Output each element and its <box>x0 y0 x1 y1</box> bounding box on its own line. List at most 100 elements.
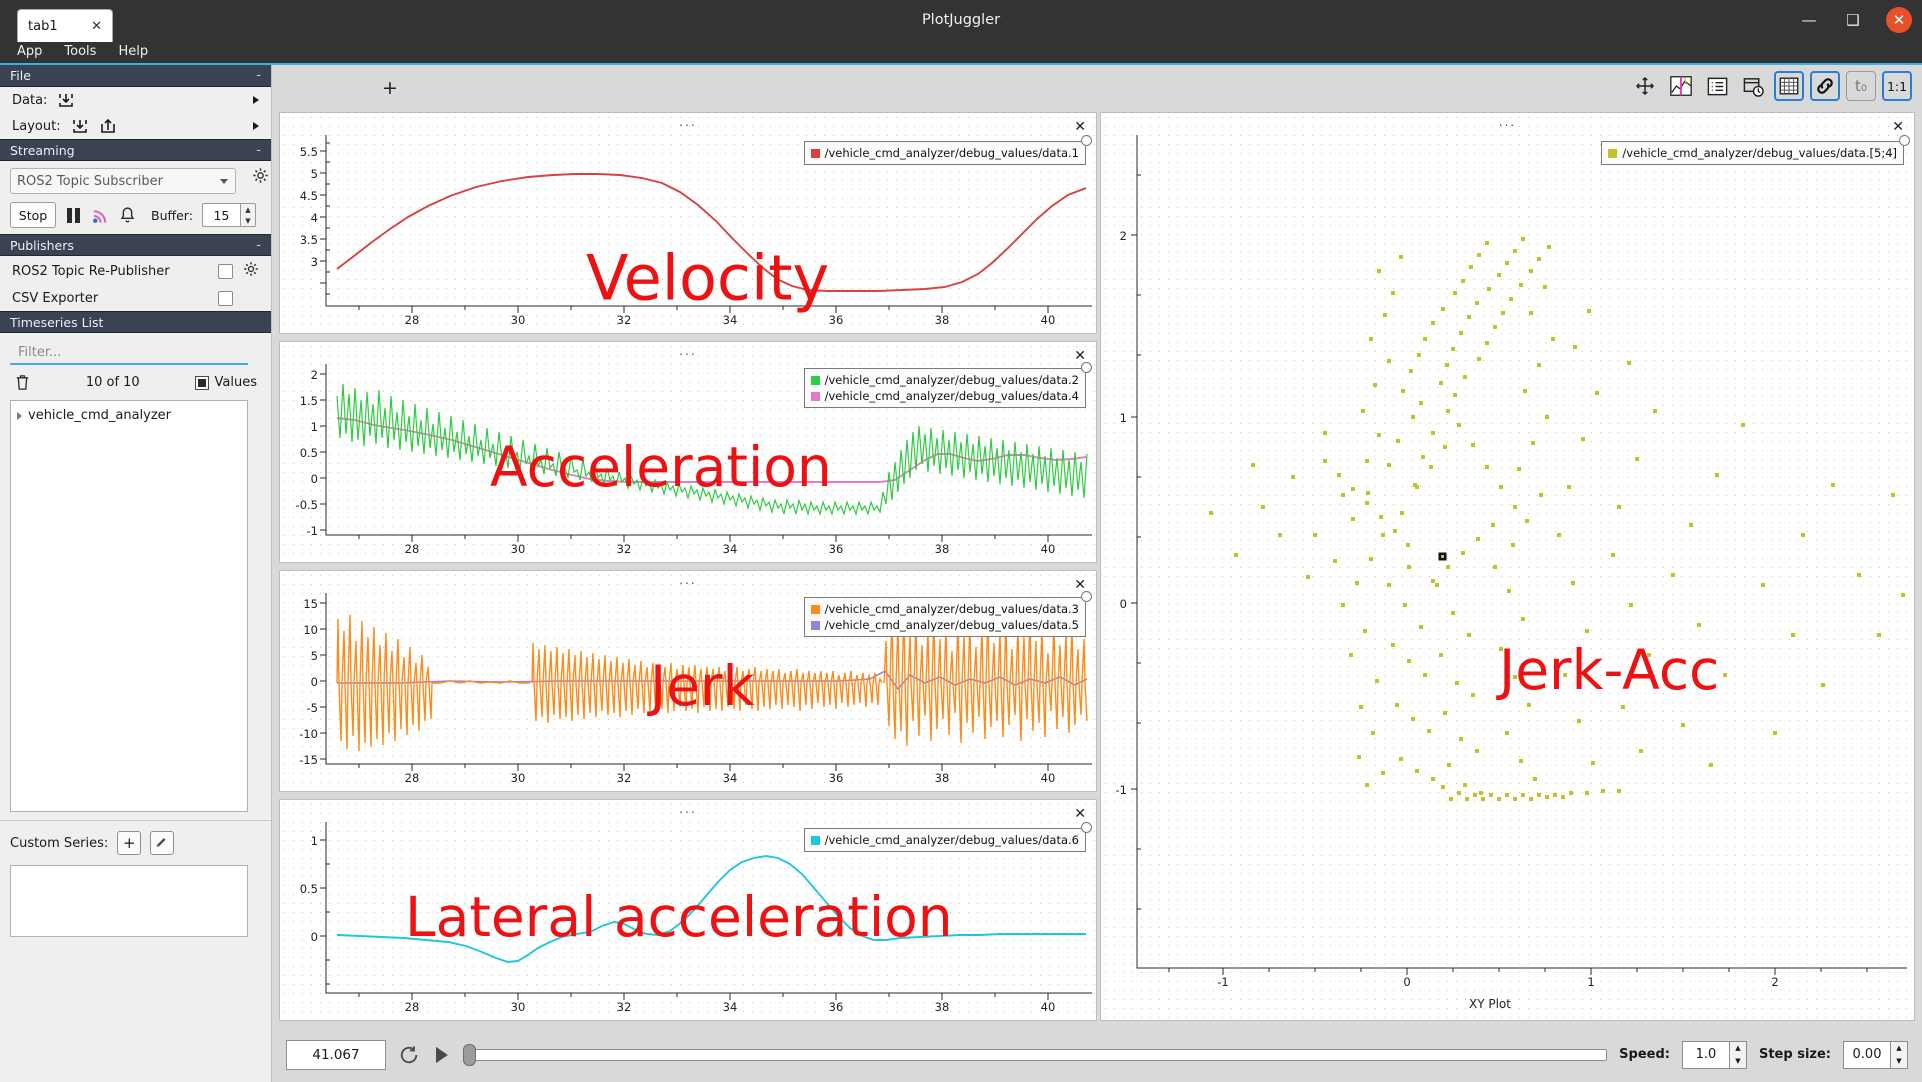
legend-row[interactable]: /vehicle_cmd_analyzer/debug_values/data.… <box>811 388 1079 404</box>
legend-row[interactable]: /vehicle_cmd_analyzer/debug_values/data.… <box>811 617 1079 633</box>
current-time-field[interactable]: 41.067 <box>286 1040 386 1070</box>
import-data-icon[interactable] <box>57 91 75 109</box>
time-calendar-icon[interactable] <box>1738 71 1768 101</box>
legend-velocity[interactable]: /vehicle_cmd_analyzer/debug_values/data.… <box>804 141 1086 165</box>
streaming-source-select[interactable]: ROS2 Topic Subscriber <box>10 168 236 194</box>
step-down-icon[interactable]: ▼ <box>1891 1055 1907 1068</box>
legend-lateral[interactable]: /vehicle_cmd_analyzer/debug_values/data.… <box>804 828 1086 852</box>
plot-resize-handle-lateral[interactable] <box>1081 822 1092 833</box>
section-header-streaming[interactable]: Streaming - <box>0 139 271 161</box>
minimize-icon[interactable]: — <box>1798 9 1820 31</box>
maximize-icon[interactable]: ❑ <box>1842 9 1864 31</box>
tree-item-vehicle-cmd-analyzer[interactable]: vehicle_cmd_analyzer <box>17 406 241 425</box>
plot-lateral-acceleration[interactable]: ... ✕ 1 0.5 0 28 30 32 <box>279 799 1097 1021</box>
legend-row[interactable]: /vehicle_cmd_analyzer/debug_values/data.… <box>811 601 1079 617</box>
legend-row[interactable]: /vehicle_cmd_analyzer/debug_values/data.… <box>1608 145 1897 161</box>
stream-signal-icon[interactable] <box>91 206 110 225</box>
plus-icon[interactable]: + <box>117 831 141 855</box>
legend-list-icon[interactable] <box>1702 71 1732 101</box>
grid-icon[interactable] <box>1774 71 1804 101</box>
section-header-file[interactable]: File - <box>0 65 271 87</box>
legend-acceleration[interactable]: /vehicle_cmd_analyzer/debug_values/data.… <box>804 368 1086 408</box>
section-header-publishers[interactable]: Publishers - <box>0 234 271 256</box>
speed-field[interactable]: 1.0 <box>1682 1041 1730 1069</box>
legend-row[interactable]: /vehicle_cmd_analyzer/debug_values/data.… <box>811 832 1079 848</box>
plot-resize-handle-acceleration[interactable] <box>1081 362 1092 373</box>
speed-label: Speed: <box>1619 1047 1670 1062</box>
gear-icon-publisher-ros2[interactable] <box>243 261 259 281</box>
add-tab-button[interactable]: + <box>382 77 398 99</box>
buffer-down-icon[interactable]: ▼ <box>241 215 255 226</box>
trash-icon[interactable] <box>14 373 31 392</box>
plot-canvas-xy <box>1101 113 1916 1022</box>
legend-xy[interactable]: /vehicle_cmd_analyzer/debug_values/data.… <box>1601 141 1904 165</box>
save-layout-icon[interactable] <box>99 117 117 135</box>
step-size-field[interactable]: 0.00 <box>1843 1041 1891 1069</box>
data-menu-arrow[interactable] <box>253 96 259 104</box>
menu-item-tools[interactable]: Tools <box>53 41 107 62</box>
buffer-stepper[interactable]: 15 ▲ ▼ <box>202 203 256 227</box>
left-panel: File - Data: Layout: Streaming - <box>0 65 272 1082</box>
menu-item-help[interactable]: Help <box>107 41 159 62</box>
time-zero-icon[interactable]: t₀ <box>1846 71 1876 101</box>
ratio-label: 1:1 <box>1887 79 1907 94</box>
tab-close-icon[interactable]: ✕ <box>91 19 102 34</box>
collapse-icon-publishers[interactable]: - <box>256 238 261 253</box>
step-size-stepper[interactable]: ▲ ▼ <box>1891 1041 1908 1069</box>
chevron-right-icon[interactable] <box>17 412 22 420</box>
custom-series-list[interactable] <box>10 865 248 937</box>
plot-acceleration[interactable]: ... ✕ 2 1.5 1 0.5 0 -0.5 -1 <box>279 341 1097 563</box>
timeseries-tree[interactable]: vehicle_cmd_analyzer <box>10 400 248 812</box>
values-toggle[interactable]: Values <box>195 375 257 390</box>
link-axes-icon[interactable] <box>1810 71 1840 101</box>
menu-item-app[interactable]: App <box>6 41 53 62</box>
title-bar: PlotJuggler — ❑ ✕ <box>0 0 1922 39</box>
section-header-timeseries[interactable]: Timeseries List <box>0 311 271 333</box>
plot-xy[interactable]: ... ✕ <box>1100 112 1915 1021</box>
speed-stepper[interactable]: ▲ ▼ <box>1730 1041 1747 1069</box>
publisher-checkbox-csv[interactable] <box>218 291 233 306</box>
legend-swatch <box>811 392 820 401</box>
time-slider-handle[interactable] <box>463 1044 476 1066</box>
menu-bar: App Tools Help <box>0 39 1922 65</box>
tab-tab1[interactable]: tab1 ✕ <box>17 9 113 42</box>
custom-series-row: Custom Series: + <box>0 820 271 861</box>
time-slider[interactable] <box>463 1040 1607 1070</box>
legend-label: /vehicle_cmd_analyzer/debug_values/data.… <box>825 388 1079 404</box>
pause-icon[interactable] <box>65 206 82 225</box>
load-layout-icon[interactable] <box>71 117 89 135</box>
plot-jerk[interactable]: ... ✕ 15 10 5 <box>279 570 1097 792</box>
loop-icon[interactable] <box>398 1045 420 1065</box>
buffer-arrows[interactable]: ▲ ▼ <box>240 203 256 227</box>
tree-item-label: vehicle_cmd_analyzer <box>28 408 171 423</box>
speed-down-icon[interactable]: ▼ <box>1730 1055 1746 1068</box>
buffer-up-icon[interactable]: ▲ <box>241 204 255 215</box>
close-icon[interactable]: ✕ <box>1886 7 1912 33</box>
collapse-icon-file[interactable]: - <box>256 68 261 83</box>
data-point-edit-icon[interactable]: 1 <box>1666 71 1696 101</box>
notification-bell-icon[interactable] <box>119 206 136 225</box>
plot-resize-handle-velocity[interactable] <box>1081 135 1092 146</box>
plot-resize-handle-xy[interactable] <box>1899 135 1910 146</box>
ratio-one-to-one-icon[interactable]: 1:1 <box>1882 71 1912 101</box>
plot-resize-handle-jerk[interactable] <box>1081 591 1092 602</box>
plot-velocity[interactable]: ... ✕ 5.5 5 4.5 4 3.5 3 <box>279 112 1097 334</box>
pencil-icon[interactable] <box>150 831 174 855</box>
stop-button[interactable]: Stop <box>10 202 56 228</box>
gear-icon-streaming[interactable] <box>252 167 269 188</box>
legend-row[interactable]: /vehicle_cmd_analyzer/debug_values/data.… <box>811 145 1079 161</box>
search-input[interactable]: Filter... <box>10 341 248 365</box>
pan-move-icon[interactable] <box>1630 71 1660 101</box>
collapse-icon-streaming[interactable]: - <box>256 143 261 158</box>
legend-jerk[interactable]: /vehicle_cmd_analyzer/debug_values/data.… <box>804 597 1086 637</box>
step-up-icon[interactable]: ▲ <box>1891 1042 1907 1055</box>
play-icon[interactable] <box>432 1045 451 1065</box>
speed-up-icon[interactable]: ▲ <box>1730 1042 1746 1055</box>
buffer-value[interactable]: 15 <box>202 203 240 227</box>
publisher-checkbox-ros2[interactable] <box>218 264 233 279</box>
legend-row[interactable]: /vehicle_cmd_analyzer/debug_values/data.… <box>811 372 1079 388</box>
layout-menu-arrow[interactable] <box>253 122 259 130</box>
chevron-down-icon[interactable] <box>220 179 228 184</box>
time-slider-track[interactable] <box>463 1049 1607 1061</box>
values-checkbox[interactable] <box>195 376 209 390</box>
